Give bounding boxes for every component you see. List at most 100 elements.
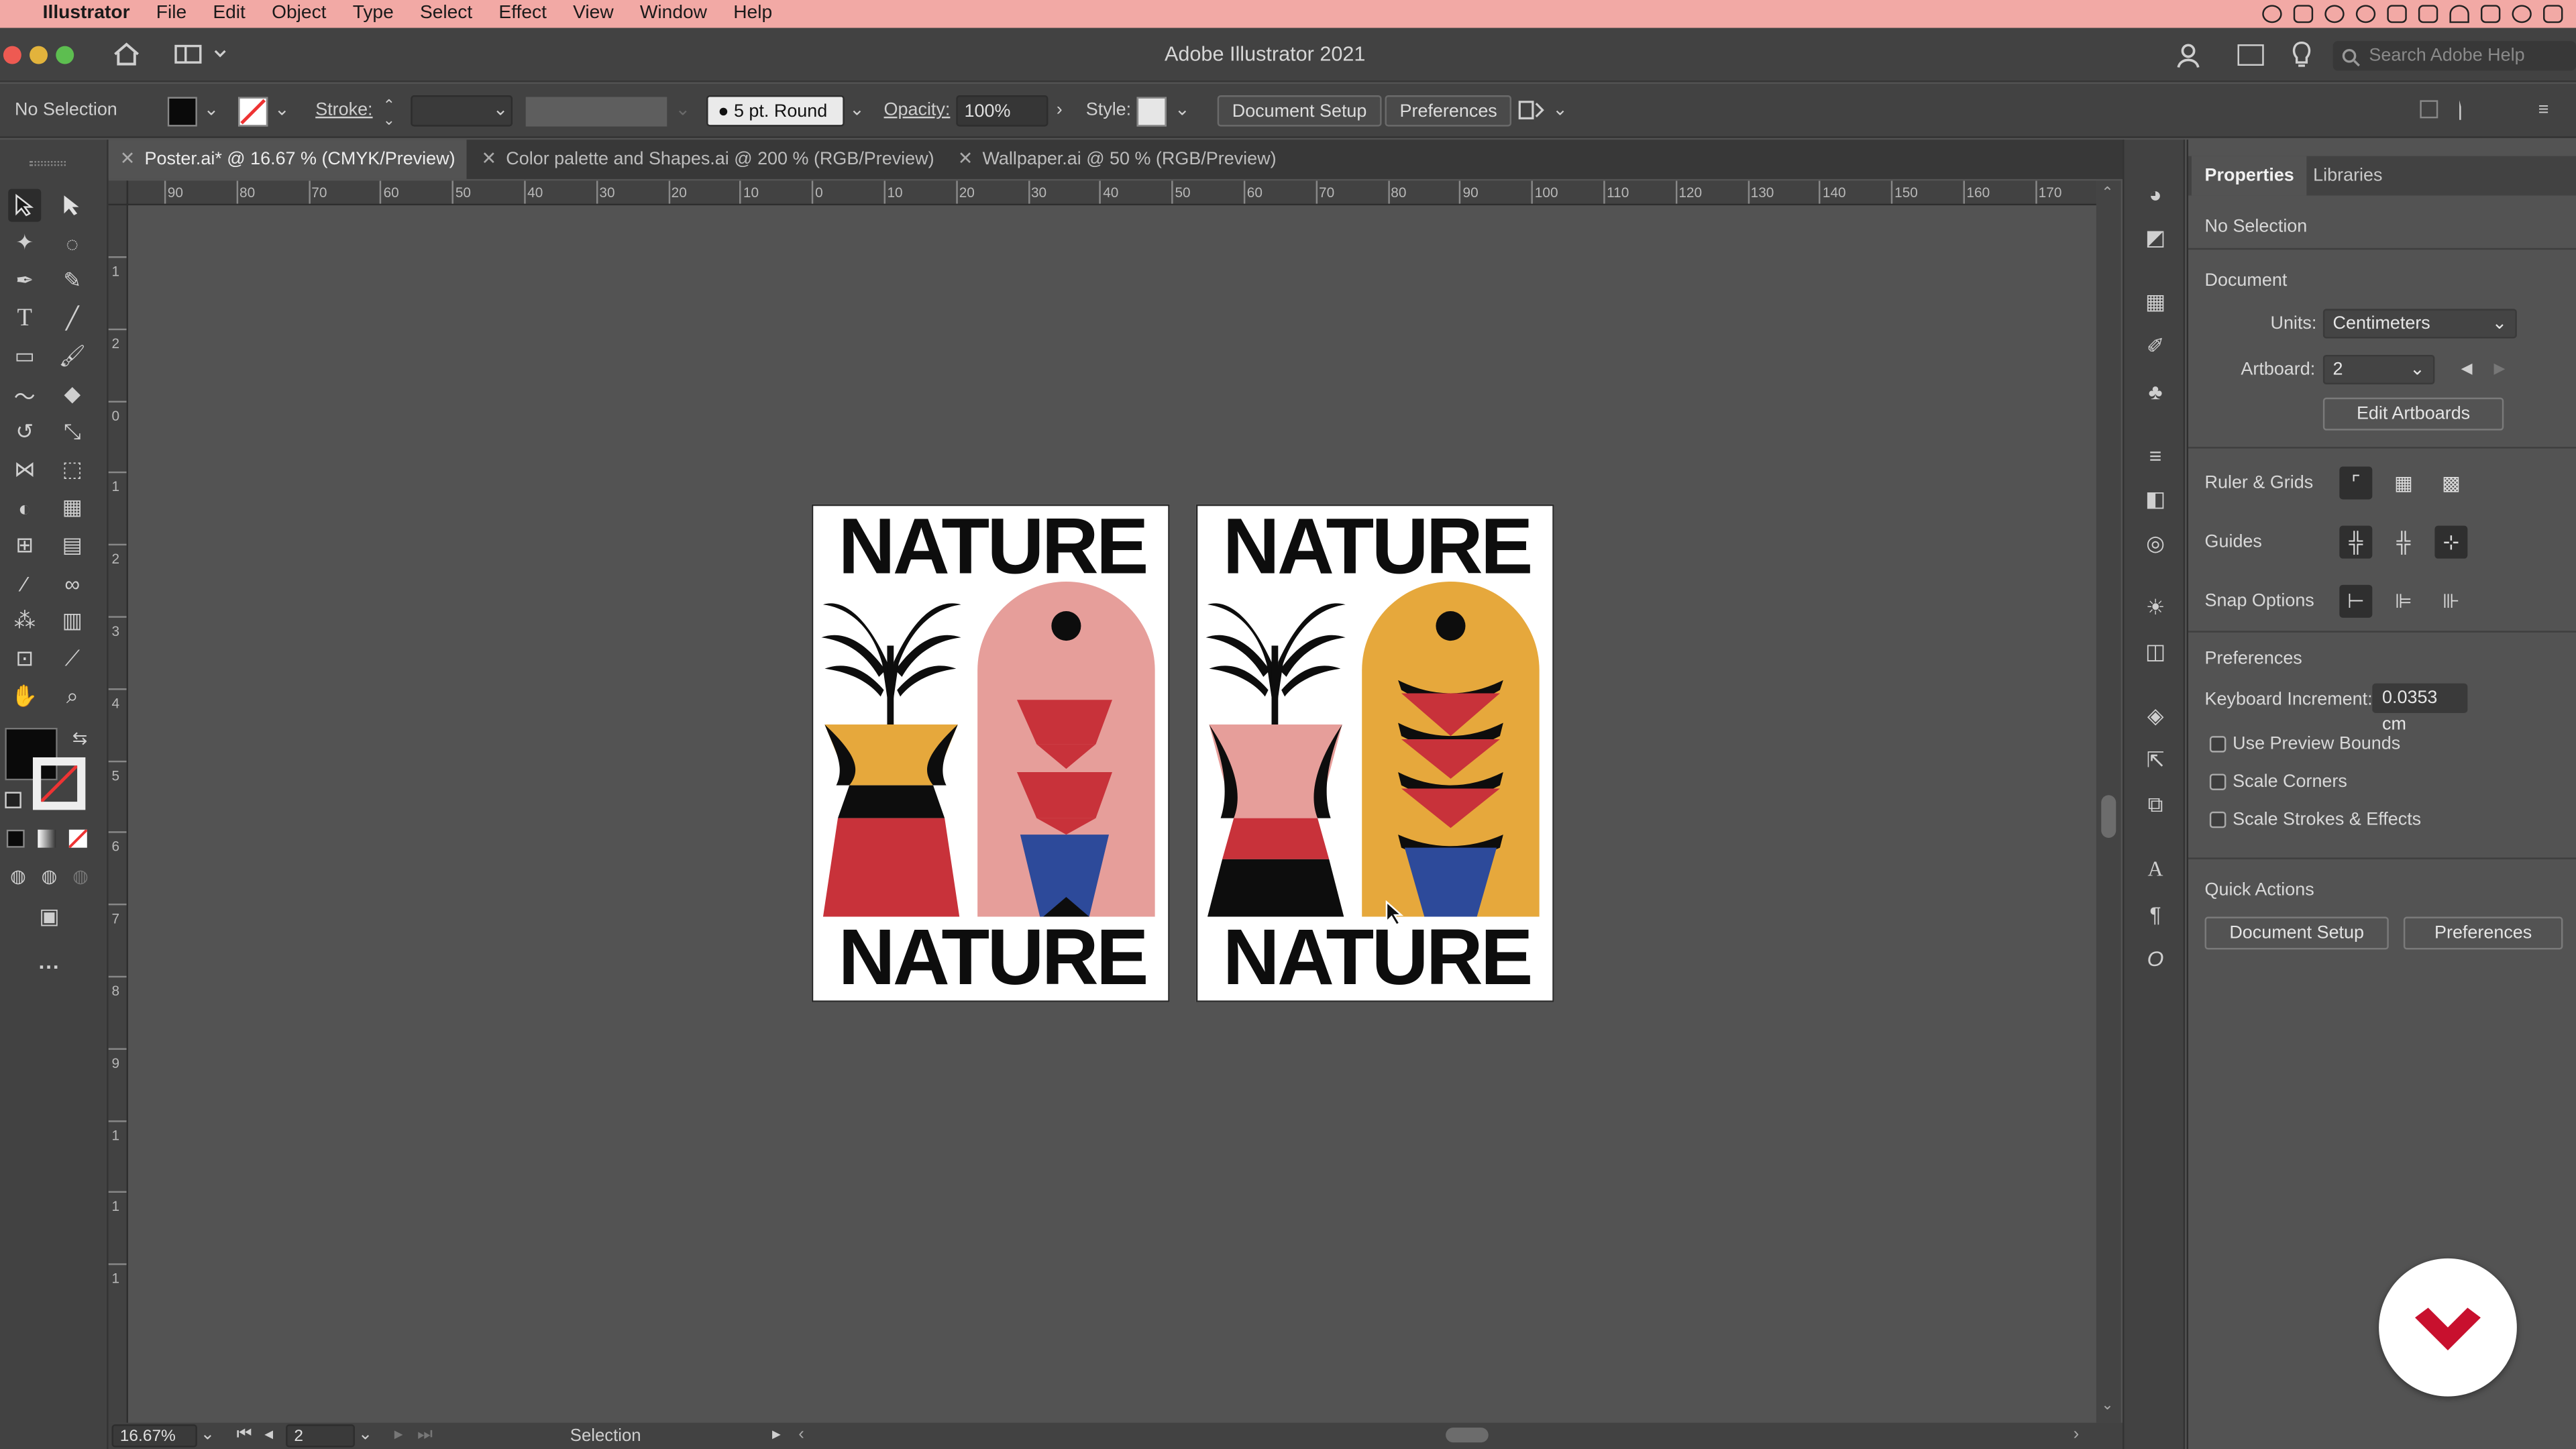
opacity-label[interactable]: Opacity:: [884, 95, 951, 127]
panel-menu-icon[interactable]: ≡: [2538, 95, 2549, 127]
blend-tool-icon[interactable]: ∞: [56, 567, 89, 600]
perspective-grid-tool-icon[interactable]: ▦: [56, 491, 89, 524]
shape-builder-tool-icon[interactable]: ◐: [8, 491, 41, 524]
paintbrush-tool-icon[interactable]: 🖌: [56, 340, 89, 373]
menu-select[interactable]: Select: [407, 0, 485, 28]
last-artboard-icon[interactable]: ⏭: [417, 1424, 433, 1446]
menu-window[interactable]: Window: [627, 0, 720, 28]
artboards-panel-icon[interactable]: ⧉: [2141, 792, 2170, 818]
siri-icon[interactable]: [2543, 5, 2563, 23]
transparency-panel-icon[interactable]: ◎: [2141, 531, 2170, 557]
menu-app-name[interactable]: Illustrator: [30, 0, 143, 28]
pen-tool-icon[interactable]: ✒: [8, 264, 41, 297]
draw-inside-icon[interactable]: ◍: [64, 859, 97, 892]
tab-wallpaper[interactable]: ✕ Wallpaper.ai @ 50 % (RGB/Preview): [947, 140, 1283, 179]
vertical-scrollbar[interactable]: ⌃ ⌄: [2096, 180, 2121, 1423]
zoom-chevron-icon[interactable]: ⌄: [201, 1424, 215, 1444]
paragraph-panel-icon[interactable]: ¶: [2141, 900, 2170, 926]
fill-dropdown-chevron-icon[interactable]: ⌄: [204, 95, 219, 127]
appearance-panel-icon[interactable]: ☀: [2141, 595, 2170, 621]
export-panel-icon[interactable]: ⇱: [2141, 747, 2170, 773]
quick-document-setup-button[interactable]: Document Setup: [2204, 916, 2389, 950]
creative-cloud-icon[interactable]: [2262, 5, 2282, 23]
user-account-icon[interactable]: [2175, 41, 2204, 70]
scale-tool-icon[interactable]: ⤡: [56, 416, 89, 449]
artboard-dropdown[interactable]: 2 ⌄: [2322, 354, 2435, 385]
artboard-number-field[interactable]: 2: [286, 1424, 355, 1448]
stroke-weight-stepper[interactable]: ⌃ ⌄: [383, 98, 395, 130]
stroke-panel-icon[interactable]: ≡: [2141, 442, 2170, 468]
scroll-down-icon[interactable]: ⌄: [2101, 1397, 2113, 1415]
hand-tool-icon[interactable]: ✋: [8, 680, 41, 713]
none-mode-icon[interactable]: [68, 829, 87, 848]
color-panel-icon[interactable]: ◕: [2141, 180, 2170, 207]
quick-preferences-button[interactable]: Preferences: [2403, 916, 2563, 950]
slice-tool-icon[interactable]: ⟋: [56, 643, 89, 676]
shaper-tool-icon[interactable]: 〜: [8, 378, 41, 411]
gradient-panel-icon[interactable]: ◧: [2141, 486, 2170, 513]
next-artboard-icon[interactable]: ▶: [2494, 360, 2506, 378]
lock-guides-icon[interactable]: ╬: [2387, 526, 2420, 559]
horizontal-scrollbar[interactable]: ‹ ›: [798, 1424, 2080, 1446]
color-mode-icon[interactable]: [6, 829, 25, 848]
screen-icon[interactable]: [2293, 5, 2314, 23]
menu-edit[interactable]: Edit: [200, 0, 259, 28]
fill-color-swatch[interactable]: [167, 97, 197, 127]
units-dropdown[interactable]: Centimeters ⌄: [2322, 309, 2517, 339]
previous-artboard-icon[interactable]: ◂: [264, 1424, 273, 1444]
swatches-panel-icon[interactable]: ▦: [2141, 289, 2170, 315]
close-tab-icon[interactable]: ✕: [120, 140, 136, 179]
menu-file[interactable]: File: [143, 0, 200, 28]
artboard-tool-icon[interactable]: ⊡: [8, 643, 41, 676]
layers-panel-icon[interactable]: ◈: [2141, 703, 2170, 729]
ruler-origin[interactable]: [108, 180, 129, 206]
curvature-tool-icon[interactable]: ✎: [56, 264, 89, 297]
status-menu-arrow-icon[interactable]: ▸: [772, 1424, 781, 1444]
gradient-mode-icon[interactable]: [38, 829, 56, 848]
draw-normal-icon[interactable]: ◍: [1, 859, 34, 892]
graphic-styles-panel-icon[interactable]: ◫: [2141, 639, 2170, 665]
spotlight-search-icon[interactable]: [2512, 5, 2532, 23]
scroll-right-icon[interactable]: ›: [2074, 1424, 2080, 1444]
menu-object[interactable]: Object: [258, 0, 339, 28]
zoom-level-field[interactable]: 16.67%: [111, 1424, 197, 1448]
magic-wand-tool-icon[interactable]: ✦: [8, 227, 41, 260]
snap-to-point-icon[interactable]: ⊢: [2339, 584, 2373, 618]
symbols-panel-icon[interactable]: ♣: [2141, 378, 2170, 404]
default-fill-stroke-icon[interactable]: [5, 792, 21, 808]
transparency-grid-icon[interactable]: ▩: [2434, 467, 2467, 500]
menu-view[interactable]: View: [560, 0, 627, 28]
stroke-label[interactable]: Stroke:: [315, 95, 372, 127]
eraser-tool-icon[interactable]: ◆: [56, 378, 89, 411]
preferences-button[interactable]: Preferences: [1385, 95, 1512, 127]
arrange-chevron-icon[interactable]: ⌄: [1552, 95, 1568, 127]
selection-tool-icon[interactable]: [8, 189, 42, 222]
stroke-dropdown-chevron-icon[interactable]: ⌄: [274, 95, 290, 127]
artboard-chevron-icon[interactable]: ⌄: [358, 1424, 373, 1444]
menu-icon-circle[interactable]: [2355, 5, 2376, 23]
snap-to-pixel-icon[interactable]: ⊪: [2434, 585, 2467, 618]
arrange-documents-icon[interactable]: [2237, 44, 2264, 66]
menu-icon-c[interactable]: [2324, 5, 2345, 23]
show-grid-icon[interactable]: ▦: [2387, 467, 2420, 500]
draw-behind-icon[interactable]: ◍: [33, 859, 66, 892]
direct-selection-tool-icon[interactable]: [56, 189, 89, 222]
tab-color-palette[interactable]: ✕ Color palette and Shapes.ai @ 200 % (RG…: [470, 140, 939, 179]
width-tool-icon[interactable]: ⋈: [8, 453, 41, 486]
tools-panel-grip[interactable]: [30, 161, 66, 166]
brush-definition-dropdown[interactable]: ● 5 pt. Round: [706, 95, 845, 127]
vertical-ruler[interactable]: 1 2 0 1 2 3 4 5 6 7 8 9 1 1 1: [108, 180, 129, 1423]
edit-artboards-button[interactable]: Edit Artboards: [2322, 397, 2504, 431]
mesh-tool-icon[interactable]: ⊞: [8, 529, 41, 562]
artboard-2[interactable]: NATURE NATURE: [1195, 504, 1554, 1002]
free-transform-tool-icon[interactable]: ⬚: [56, 453, 89, 486]
menu-icon-s[interactable]: [2387, 5, 2407, 23]
line-segment-tool-icon[interactable]: ╱: [56, 303, 89, 335]
show-guides-icon[interactable]: ╬: [2339, 525, 2373, 559]
close-tab-icon[interactable]: ✕: [958, 140, 973, 179]
column-graph-tool-icon[interactable]: ▥: [56, 604, 89, 637]
vertical-scroll-thumb[interactable]: [2101, 795, 2116, 838]
lasso-tool-icon[interactable]: ◌: [56, 227, 89, 260]
opacity-field[interactable]: 100%: [956, 95, 1049, 127]
graphic-style-swatch[interactable]: [1136, 97, 1167, 127]
